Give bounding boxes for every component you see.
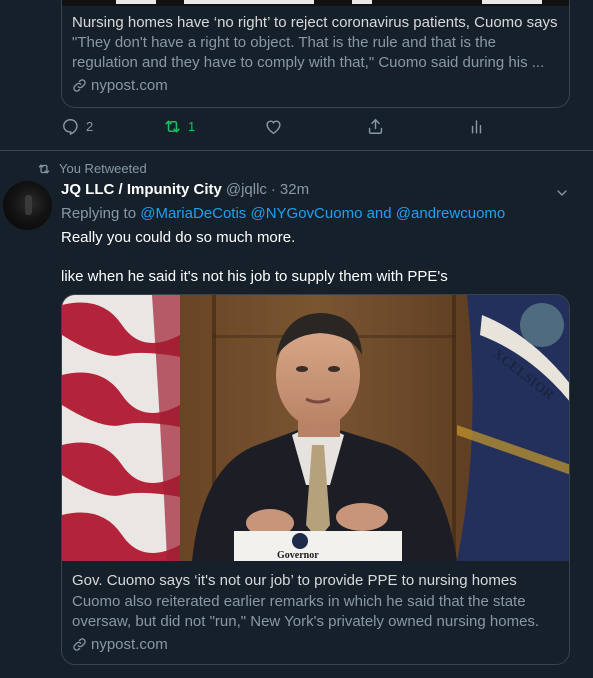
replying-to: Replying to @MariaDeCotis @NYGovCuomo an… [61,205,505,222]
tweet-header: JQ LLC / Impunity City @jqllc · 32m [61,181,309,198]
retweet-icon [38,164,50,173]
retweet-count: 1 [188,119,196,134]
retweet-icon [165,120,180,133]
like-button[interactable] [264,117,283,136]
card-title: Gov. Cuomo says ‘it's not our job’ to pr… [72,572,517,589]
user-handle[interactable]: @jqllc [226,181,267,198]
link-card-previous[interactable]: Nursing homes have ‘no right’ to reject … [61,0,570,108]
tweet-line: like when he said it's not his job to su… [61,268,448,285]
card-description: Cuomo also reiterated earlier remarks in… [72,593,540,630]
analytics-icon [471,120,482,134]
retweet-context: You Retweeted [37,161,147,176]
reply-icon [63,119,78,136]
card-description: "They don't have a right to object. That… [72,34,545,71]
avatar[interactable] [3,181,52,230]
card-image: XCELSIOR Governor [62,295,569,561]
reply-button[interactable]: 2 [61,117,93,136]
card-domain: nypost.com [72,634,559,655]
card-domain-text: nypost.com [91,636,168,653]
mention-link[interactable]: @andrewcuomo [396,205,505,222]
link-icon [73,79,86,92]
card-domain-text: nypost.com [91,77,168,94]
link-card[interactable]: XCELSIOR Governor Gov. Cuomo says ‘it's … [61,294,570,665]
card-image-strip [62,0,569,6]
cuomo-photo: XCELSIOR Governor [62,295,569,561]
analytics-button[interactable] [467,117,486,136]
card-domain: nypost.com [72,75,559,96]
tweet-actions-previous: 2 1 [61,117,501,141]
mention-link[interactable]: @MariaDeCotis [140,205,246,222]
separator-dot: · [270,181,276,198]
replying-to-label: Replying to [61,205,137,222]
heart-icon [266,120,281,135]
tweet-text: Really you could do so much more. like w… [61,228,566,287]
display-name[interactable]: JQ LLC / Impunity City [61,181,222,198]
tweet-divider [0,150,593,151]
mention-link[interactable]: @NYGovCuomo [250,205,362,222]
card-title: Nursing homes have ‘no right’ to reject … [72,14,558,31]
mention-and: and [366,205,392,222]
share-button[interactable] [366,117,385,136]
tweet-time[interactable]: 32m [280,181,309,198]
reply-count: 2 [86,119,94,134]
tweet-line: Really you could do so much more. [61,229,296,246]
podium-label: Governor [277,550,319,561]
chevron-down-icon[interactable] [554,185,570,201]
retweet-button[interactable]: 1 [163,117,195,136]
retweet-context-label: You Retweeted [59,161,147,176]
share-icon [368,118,383,134]
link-icon [73,638,86,651]
